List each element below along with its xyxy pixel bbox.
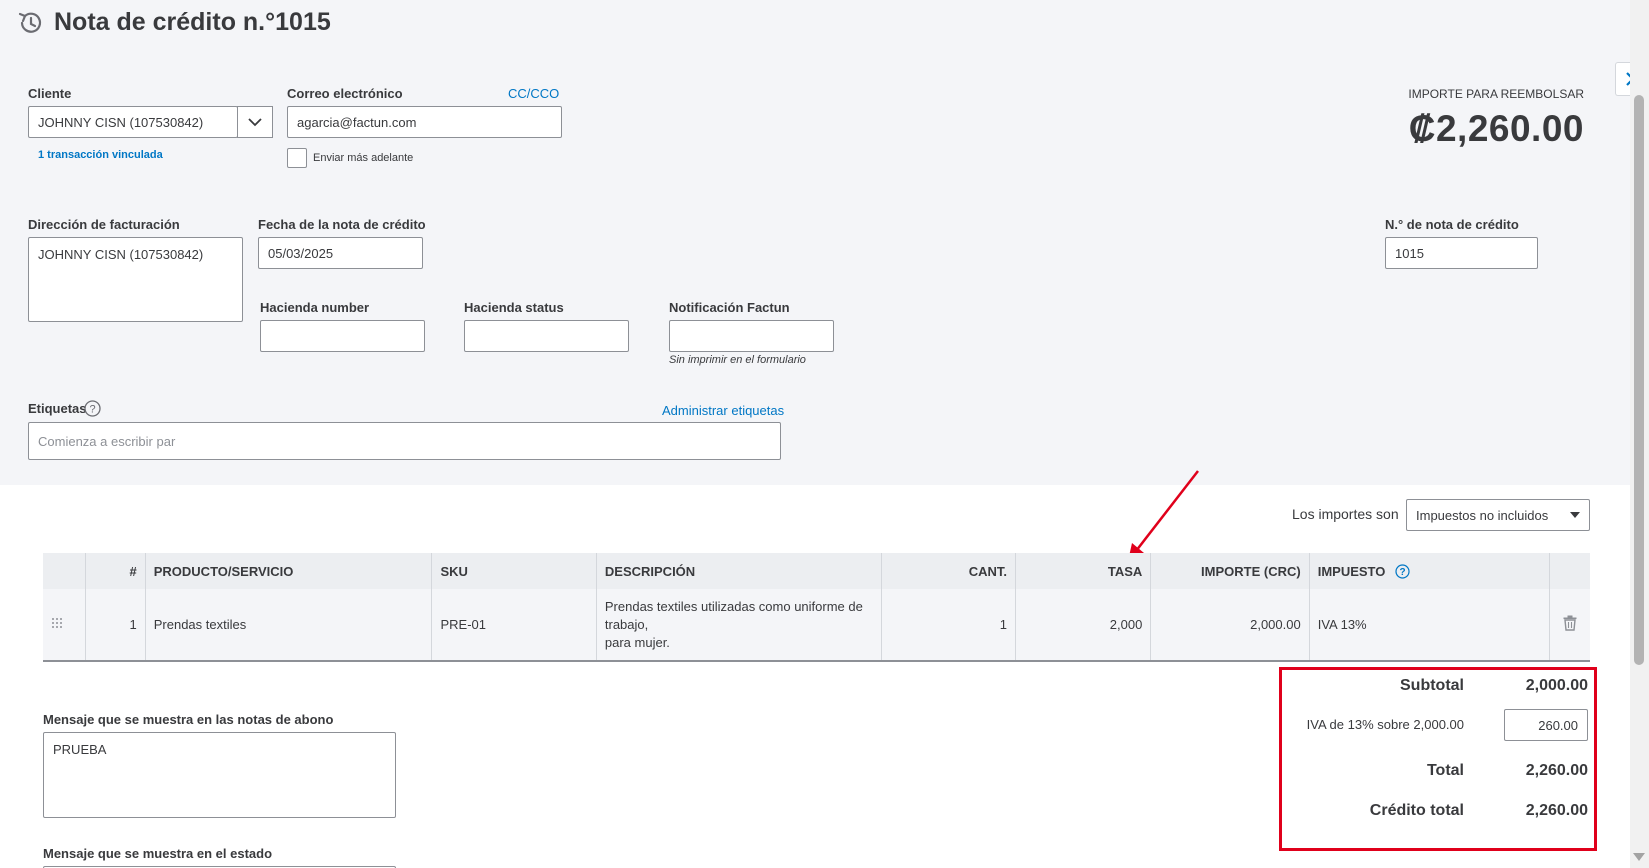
qty-cell[interactable]: 1 (880, 589, 1016, 662)
statement-message-label: Mensaje que se muestra en el estado (43, 846, 273, 861)
svg-text:?: ? (1399, 567, 1405, 578)
credit-note-number-label: N.° de nota de crédito (1385, 217, 1519, 232)
send-later-label: Enviar más adelante (313, 152, 414, 164)
svg-text:?: ? (89, 404, 95, 416)
rate-cell[interactable]: 2,000 (1014, 589, 1151, 662)
customer-select[interactable]: JOHNNY CISN (107530842) (28, 106, 238, 138)
help-icon[interactable]: ? (1395, 563, 1410, 579)
billing-address-label: Dirección de facturación (28, 217, 180, 232)
email-field[interactable]: agarcia@factun.com (287, 106, 562, 138)
refund-amount-value: ₡2,260.00 (1408, 108, 1584, 149)
tax-column-label: IMPUESTO (1317, 563, 1386, 579)
caret-down-icon (1570, 512, 1580, 518)
amount-column-header: IMPORTE (CRC) (1150, 553, 1310, 589)
tags-input[interactable]: Comienza a escribir par (28, 422, 781, 460)
product-column-header: PRODUCTO/SERVICIO (144, 553, 432, 589)
trash-icon[interactable] (1563, 615, 1577, 631)
credit-note-number-field[interactable]: 1015 (1385, 237, 1538, 269)
scrollbar-thumb[interactable] (1634, 95, 1644, 665)
page-title: Nota de crédito n.°1015 (54, 8, 331, 36)
tags-label: Etiquetas (28, 401, 87, 416)
description-cell[interactable]: Prendas textiles utilizadas como uniform… (595, 589, 882, 662)
description-column-header: DESCRIPCIÓN (595, 553, 882, 589)
table-row[interactable]: 1 Prendas textiles PRE-01 Prendas textil… (43, 589, 1590, 662)
tax-column-header: IMPUESTO ? (1308, 553, 1550, 589)
table-header-row: # PRODUCTO/SERVICIO SKU DESCRIPCIÓN CANT… (43, 553, 1590, 589)
notificacion-factun-label: Notificación Factun (669, 300, 790, 315)
totals-highlight-box (1279, 667, 1597, 851)
hacienda-number-field[interactable] (260, 320, 425, 352)
notificacion-factun-field[interactable] (669, 320, 834, 352)
linked-transactions-link[interactable]: 1 transacción vinculada (38, 149, 163, 161)
manage-tags-link[interactable]: Administrar etiquetas (662, 403, 784, 418)
amounts-are-value: Impuestos no incluidos (1416, 507, 1549, 523)
num-column-header: # (84, 553, 146, 589)
drag-handle-icon[interactable] (51, 617, 63, 629)
scroll-down-icon[interactable] (1633, 853, 1645, 861)
row-number: 1 (84, 589, 146, 662)
customer-label: Cliente (28, 86, 72, 101)
amounts-are-select[interactable]: Impuestos no incluidos (1406, 499, 1590, 531)
hacienda-status-field[interactable] (464, 320, 629, 352)
send-later-checkbox[interactable] (287, 148, 307, 168)
amount-cell[interactable]: 2,000.00 (1150, 589, 1310, 662)
product-cell[interactable]: Prendas textiles (144, 589, 432, 662)
actions-column-header (1549, 553, 1590, 589)
description-line: Prendas textiles utilizadas como uniform… (604, 598, 863, 614)
line-items-table: # PRODUCTO/SERVICIO SKU DESCRIPCIÓN CANT… (43, 553, 1590, 662)
credit-note-message-label: Mensaje que se muestra en las notas de a… (43, 712, 334, 727)
credit-note-date-field[interactable]: 05/03/2025 (258, 237, 423, 269)
recent-transactions-icon[interactable] (16, 9, 44, 37)
credit-note-date-label: Fecha de la nota de crédito (258, 217, 426, 232)
description-line: trabajo, (604, 616, 649, 632)
rate-column-header: TASA (1014, 553, 1151, 589)
drag-handle-cell[interactable] (43, 589, 86, 662)
credit-note-message-field[interactable]: PRUEBA (43, 732, 396, 818)
email-label: Correo electrónico (287, 86, 403, 101)
refund-amount-label: IMPORTE PARA REEMBOLSAR (1408, 87, 1584, 101)
cc-bcc-link[interactable]: CC/CCO (508, 86, 559, 101)
chevron-down-icon (248, 117, 262, 126)
notificacion-hint: Sin imprimir en el formulario (669, 354, 806, 366)
sku-column-header: SKU (431, 553, 597, 589)
amounts-are-label: Los importes son (1292, 506, 1399, 522)
hacienda-number-label: Hacienda number (260, 300, 370, 315)
billing-address-field[interactable]: JOHNNY CISN (107530842) (28, 237, 243, 322)
customer-dropdown-button[interactable] (237, 106, 273, 138)
qty-column-header: CANT. (880, 553, 1016, 589)
help-icon[interactable]: ? (84, 400, 101, 417)
delete-cell[interactable] (1549, 589, 1590, 662)
drag-column-header (43, 553, 86, 589)
hacienda-status-label: Hacienda status (464, 300, 564, 315)
description-line: para mujer. (604, 634, 670, 650)
annotation-arrow-icon (1128, 470, 1199, 561)
sku-cell[interactable]: PRE-01 (431, 589, 597, 662)
tax-cell[interactable]: IVA 13% (1308, 589, 1550, 662)
